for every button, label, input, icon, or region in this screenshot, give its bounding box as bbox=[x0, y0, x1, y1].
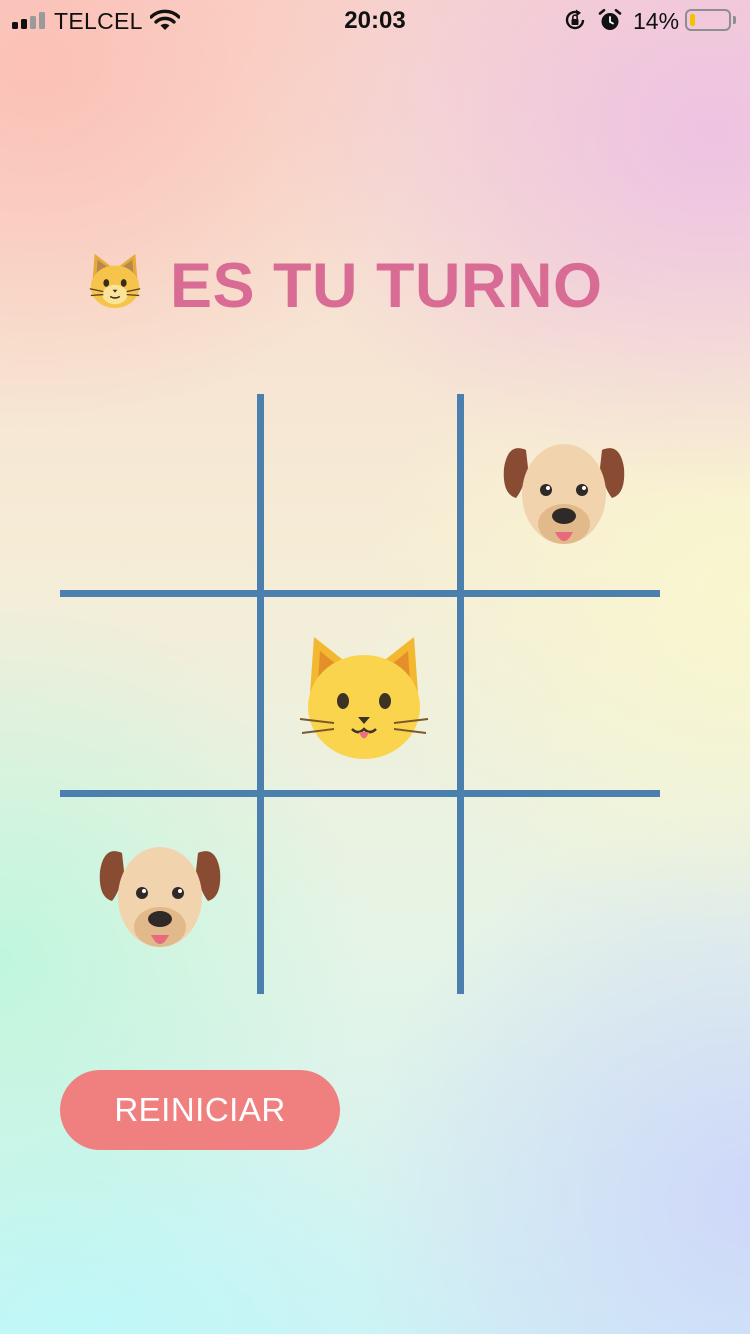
board-cell[interactable] bbox=[464, 394, 660, 590]
board-cell[interactable] bbox=[464, 797, 660, 993]
reset-button[interactable]: REINICIAR bbox=[60, 1070, 340, 1150]
board-cell[interactable] bbox=[60, 597, 256, 793]
battery-icon bbox=[685, 9, 731, 31]
grid-line bbox=[457, 394, 464, 994]
board-cell[interactable] bbox=[264, 597, 460, 793]
grid-line bbox=[60, 790, 660, 797]
cat-face-icon bbox=[89, 253, 141, 309]
status-bar: TELCEL 20:03 14% bbox=[0, 0, 750, 40]
turn-title: ES TU TURNO bbox=[170, 251, 603, 321]
turn-indicator: ES TU TURNO bbox=[84, 246, 684, 321]
alarm-icon bbox=[598, 8, 622, 30]
dog-face-icon bbox=[503, 444, 625, 544]
grid-line bbox=[60, 590, 660, 597]
cat-face-icon bbox=[299, 637, 429, 759]
battery-fill bbox=[690, 14, 695, 26]
board-cell[interactable] bbox=[464, 597, 660, 793]
board-cell[interactable] bbox=[264, 394, 460, 590]
board-cell[interactable] bbox=[60, 797, 256, 993]
board-cell[interactable] bbox=[60, 394, 256, 590]
rotation-lock-icon bbox=[565, 9, 585, 30]
battery-percent: 14% bbox=[633, 8, 680, 34]
dog-face-icon bbox=[99, 847, 221, 947]
grid-line bbox=[257, 394, 264, 994]
game-board bbox=[60, 394, 660, 994]
board-cell[interactable] bbox=[264, 797, 460, 993]
battery-cap bbox=[733, 16, 736, 24]
